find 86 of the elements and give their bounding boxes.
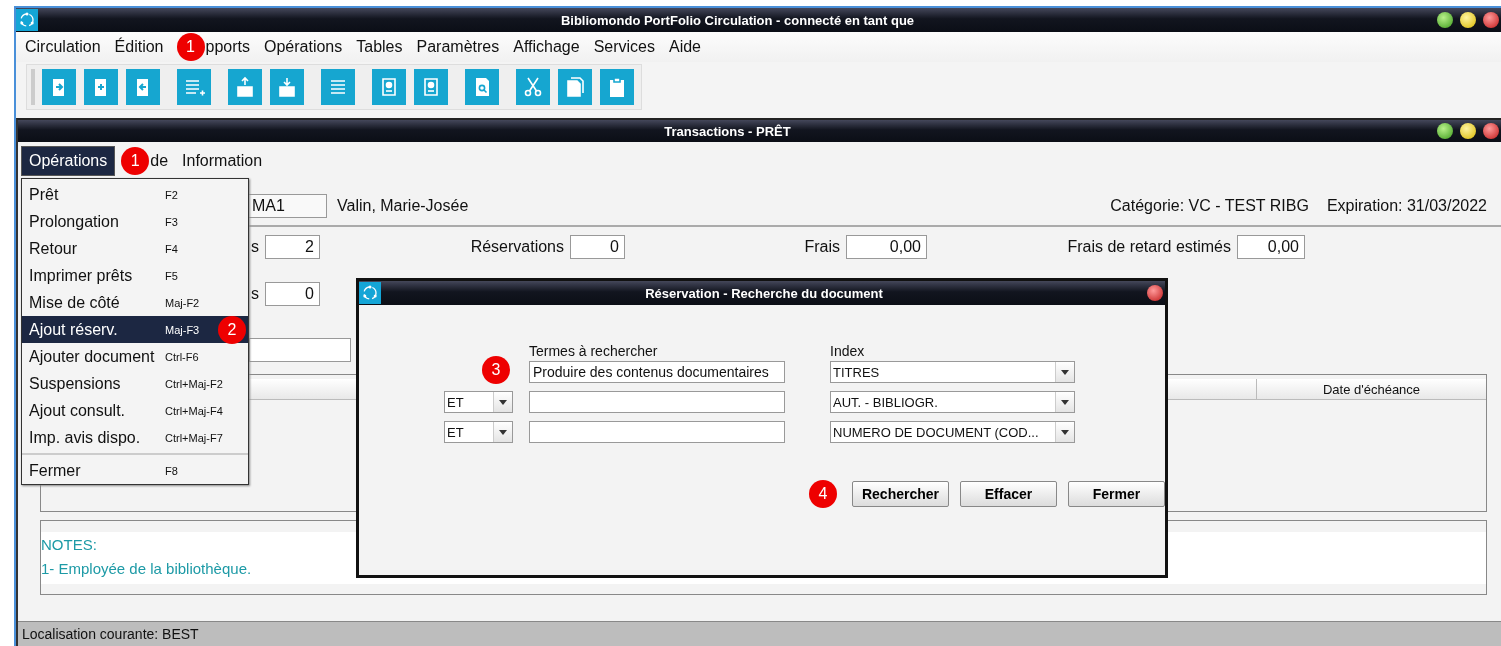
close-button[interactable] bbox=[1483, 12, 1499, 28]
field-label: Réservations bbox=[470, 238, 564, 256]
menu-item[interactable]: Opérations bbox=[257, 32, 350, 62]
minimize-button[interactable] bbox=[1437, 12, 1453, 28]
search-term-field[interactable] bbox=[529, 391, 785, 413]
step-number-badge: 1 bbox=[176, 33, 205, 61]
menu-item[interactable]: Ajouter document Ctrl-F6 bbox=[22, 343, 248, 370]
menu-item[interactable]: Édition bbox=[107, 32, 171, 62]
caret-icon[interactable] bbox=[1055, 392, 1074, 412]
toolbar-button[interactable] bbox=[372, 69, 406, 105]
field-label: Frais de retard estimés bbox=[1067, 238, 1231, 256]
toolbar-button[interactable] bbox=[558, 69, 592, 105]
input-field[interactable] bbox=[249, 338, 351, 362]
dialog-button[interactable]: Rechercher bbox=[852, 481, 949, 507]
menu-item[interactable]: Imp. avis dispo. Ctrl+Maj-F7 bbox=[22, 424, 248, 451]
menu-item[interactable]: Mise de côté Maj-F2 bbox=[22, 289, 248, 316]
step-number-badge: 1 bbox=[121, 147, 150, 175]
operator-dropdown[interactable]: ET bbox=[444, 421, 513, 443]
search-term-field[interactable] bbox=[529, 421, 785, 443]
value-field: 0,00 bbox=[1237, 235, 1305, 259]
toolbar-button[interactable] bbox=[270, 69, 304, 105]
toolbar-button[interactable] bbox=[177, 69, 211, 105]
search-term-field[interactable]: Produire des contenus documentaires bbox=[529, 361, 785, 383]
value-field: 0,00 bbox=[846, 235, 927, 259]
operator-dropdown[interactable]: ET bbox=[444, 391, 513, 413]
step-number-badge: 3 bbox=[482, 356, 510, 384]
index-dropdown[interactable]: NUMERO DE DOCUMENT (COD... bbox=[830, 421, 1075, 443]
toolbar-button[interactable] bbox=[84, 69, 118, 105]
menu-item[interactable]: Retour F4 bbox=[22, 235, 248, 262]
caret-icon[interactable] bbox=[1055, 422, 1074, 442]
menu-item[interactable]: Fermer F8 bbox=[22, 457, 248, 484]
toolbar-button[interactable] bbox=[465, 69, 499, 105]
index-dropdown[interactable]: TITRES bbox=[830, 361, 1075, 383]
menu-item[interactable]: Services bbox=[586, 32, 662, 62]
index-dropdown[interactable]: AUT. - BIBLIOGR. bbox=[830, 391, 1075, 413]
note-text: NOTES: bbox=[41, 535, 98, 555]
window-title: Transactions - PRÊT bbox=[663, 123, 792, 139]
menu-item[interactable]: Prêt F2 bbox=[22, 181, 248, 208]
menu-item[interactable]: Prolongation F3 bbox=[22, 208, 248, 235]
app-logo-icon bbox=[359, 282, 381, 304]
menu-item[interactable]: Ajout réserv. Maj-F3 2 bbox=[22, 316, 248, 343]
menu-item[interactable]: Paramètres bbox=[409, 32, 507, 62]
close-button[interactable] bbox=[1147, 285, 1163, 301]
toolbar-button[interactable] bbox=[126, 69, 160, 105]
menu-item[interactable]: Tables bbox=[349, 32, 410, 62]
column-label: Index bbox=[830, 343, 866, 359]
category-text: Catégorie: VC - TEST RIBG bbox=[1110, 197, 1309, 215]
column-header[interactable]: Date d'échéance bbox=[1256, 379, 1486, 399]
caret-icon[interactable] bbox=[1055, 362, 1074, 382]
dialog-button[interactable]: Fermer bbox=[1068, 481, 1165, 507]
toolbar-button[interactable] bbox=[321, 69, 355, 105]
patron-name: Valin, Marie-Josée bbox=[337, 197, 469, 215]
value-field: 0 bbox=[265, 282, 320, 306]
menu-item[interactable]: Ajout consult. Ctrl+Maj-F4 bbox=[22, 397, 248, 424]
dialog-title: Réservation - Recherche du document bbox=[644, 285, 884, 301]
field-label: s bbox=[251, 285, 259, 303]
menu-item[interactable]: Circulation bbox=[18, 32, 108, 62]
step-number-badge: 2 bbox=[218, 315, 246, 344]
toolbar-button[interactable] bbox=[600, 69, 634, 105]
menu-item[interactable]: Opérations bbox=[21, 146, 116, 176]
field-label: s bbox=[251, 238, 259, 256]
expiration-text: Expiration: 31/03/2022 bbox=[1326, 197, 1487, 215]
toolbar-button[interactable] bbox=[414, 69, 448, 105]
dialog-button[interactable]: Effacer bbox=[960, 481, 1057, 507]
menu-item[interactable]: Information bbox=[175, 146, 270, 176]
toolbar-button[interactable] bbox=[42, 69, 76, 105]
minimize-button[interactable] bbox=[1437, 123, 1453, 139]
field-label: Frais bbox=[804, 238, 840, 256]
maximize-button[interactable] bbox=[1460, 12, 1476, 28]
column-label: Termes à rechercher bbox=[529, 343, 659, 359]
menu-item[interactable]: Affichage bbox=[506, 32, 587, 62]
status-bar: Localisation courante: BEST bbox=[18, 621, 1501, 646]
note-text: 1- Employée de la bibliothèque. bbox=[41, 559, 253, 579]
step-number-badge: 4 bbox=[809, 480, 837, 508]
menu-item[interactable]: Aide bbox=[662, 32, 708, 62]
caret-icon[interactable] bbox=[493, 392, 512, 412]
menu-item[interactable]: Suspensions Ctrl+Maj-F2 bbox=[22, 370, 248, 397]
menu-item[interactable]: Imprimer prêts F5 bbox=[22, 262, 248, 289]
close-button[interactable] bbox=[1483, 123, 1499, 139]
caret-icon[interactable] bbox=[493, 422, 512, 442]
toolbar-button[interactable] bbox=[516, 69, 550, 105]
maximize-button[interactable] bbox=[1460, 123, 1476, 139]
toolbar-button[interactable] bbox=[228, 69, 262, 105]
window-title: Bibliomondo PortFolio Circulation - connecté en tant que bbox=[559, 12, 916, 28]
value-field: 2 bbox=[265, 235, 320, 259]
value-field: 0 bbox=[570, 235, 625, 259]
